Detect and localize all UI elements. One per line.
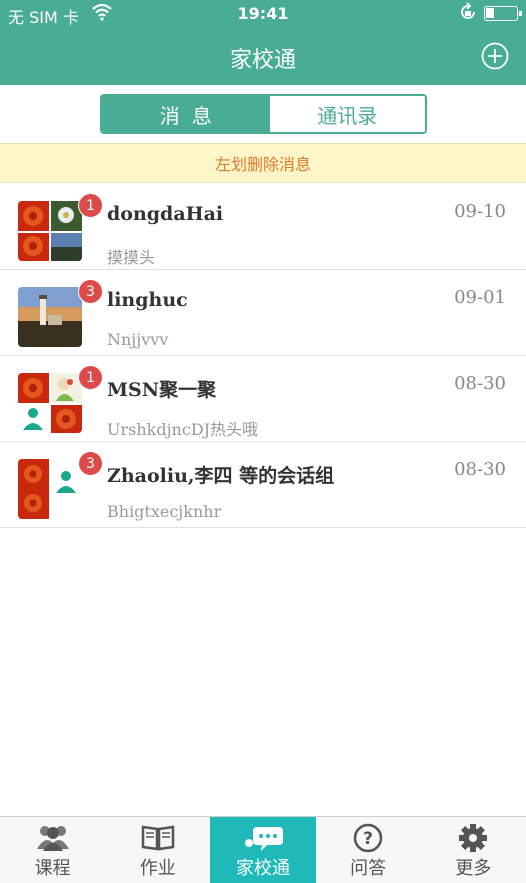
conversation-name: linghuc bbox=[107, 289, 188, 311]
segment-control: 消息 通讯录 bbox=[100, 94, 427, 134]
conversation-name: dongdaHai bbox=[107, 203, 224, 225]
add-button[interactable] bbox=[481, 42, 509, 70]
conversation-preview: Bhigtxecjknhr bbox=[107, 502, 222, 521]
tab-label: 课程 bbox=[34, 858, 71, 879]
people-icon bbox=[35, 823, 71, 855]
tab-home-school[interactable]: 家校通 bbox=[210, 817, 316, 883]
conversation-date: 09-10 bbox=[454, 201, 506, 222]
group-avatar bbox=[18, 373, 82, 433]
bottom-tab-bar: 课程 作业 家校通 ? 问答 更多 bbox=[0, 816, 526, 883]
tab-messages[interactable]: 消息 bbox=[102, 96, 270, 132]
unread-badge: 3 bbox=[78, 451, 103, 476]
question-icon: ? bbox=[351, 823, 385, 857]
status-time: 19:41 bbox=[237, 4, 289, 23]
conversation-row[interactable]: 1 dongdaHai 09-10 摸摸头 bbox=[0, 184, 526, 270]
unread-badge: 3 bbox=[78, 279, 103, 304]
status-bar: 无 SIM 卡 19:41 bbox=[0, 0, 526, 28]
conversation-row[interactable]: 1 MSN聚一聚 08-30 UrshkdjncDJ热头哦 bbox=[0, 356, 526, 442]
conversation-date: 08-30 bbox=[454, 459, 506, 480]
conversation-date: 09-01 bbox=[454, 287, 506, 308]
conversation-row[interactable]: 3 linghuc 09-01 Nnjjvvv bbox=[0, 270, 526, 356]
conversation-name: Zhaoliu,李四 等的会话组 bbox=[107, 465, 335, 487]
group-avatar bbox=[18, 459, 82, 519]
unread-badge: 1 bbox=[78, 365, 103, 390]
conversation-preview: UrshkdjncDJ热头哦 bbox=[107, 420, 259, 439]
group-avatar bbox=[18, 201, 82, 261]
conversation-preview: 摸摸头 bbox=[107, 248, 156, 267]
tab-label: 问答 bbox=[350, 858, 387, 879]
rotation-lock-icon bbox=[458, 2, 478, 26]
gear-icon bbox=[457, 823, 489, 857]
tab-courses[interactable]: 课程 bbox=[0, 817, 105, 883]
conversation-name: MSN聚一聚 bbox=[107, 379, 217, 401]
conversation-list: 1 dongdaHai 09-10 摸摸头 3 linghuc 09-01 Nn… bbox=[0, 184, 526, 528]
tab-label: 更多 bbox=[455, 858, 492, 879]
tab-homework[interactable]: 作业 bbox=[105, 817, 210, 883]
tab-contacts[interactable]: 通讯录 bbox=[269, 96, 425, 132]
swipe-hint-text: 左划删除消息 bbox=[214, 155, 311, 174]
plus-circle-icon bbox=[481, 42, 509, 70]
app-header: 无 SIM 卡 19:41 家校通 bbox=[0, 0, 526, 85]
swipe-hint-banner: 左划删除消息 bbox=[0, 143, 526, 183]
tab-qa[interactable]: ? 问答 bbox=[316, 817, 421, 883]
conversation-row[interactable]: 3 Zhaoliu,李四 等的会话组 08-30 Bhigtxecjknhr bbox=[0, 442, 526, 528]
conversation-date: 08-30 bbox=[454, 373, 506, 394]
tab-label: 作业 bbox=[139, 858, 176, 879]
tab-more[interactable]: 更多 bbox=[421, 817, 526, 883]
page-title: 家校通 bbox=[229, 48, 296, 73]
conversation-preview: Nnjjvvv bbox=[107, 330, 169, 349]
svg-text:?: ? bbox=[363, 829, 373, 849]
book-icon bbox=[141, 823, 175, 855]
user-avatar bbox=[18, 287, 82, 347]
battery-icon bbox=[484, 6, 522, 21]
unread-badge: 1 bbox=[78, 193, 103, 218]
chat-bubble-icon bbox=[241, 823, 285, 857]
tab-label: 家校通 bbox=[235, 858, 290, 879]
